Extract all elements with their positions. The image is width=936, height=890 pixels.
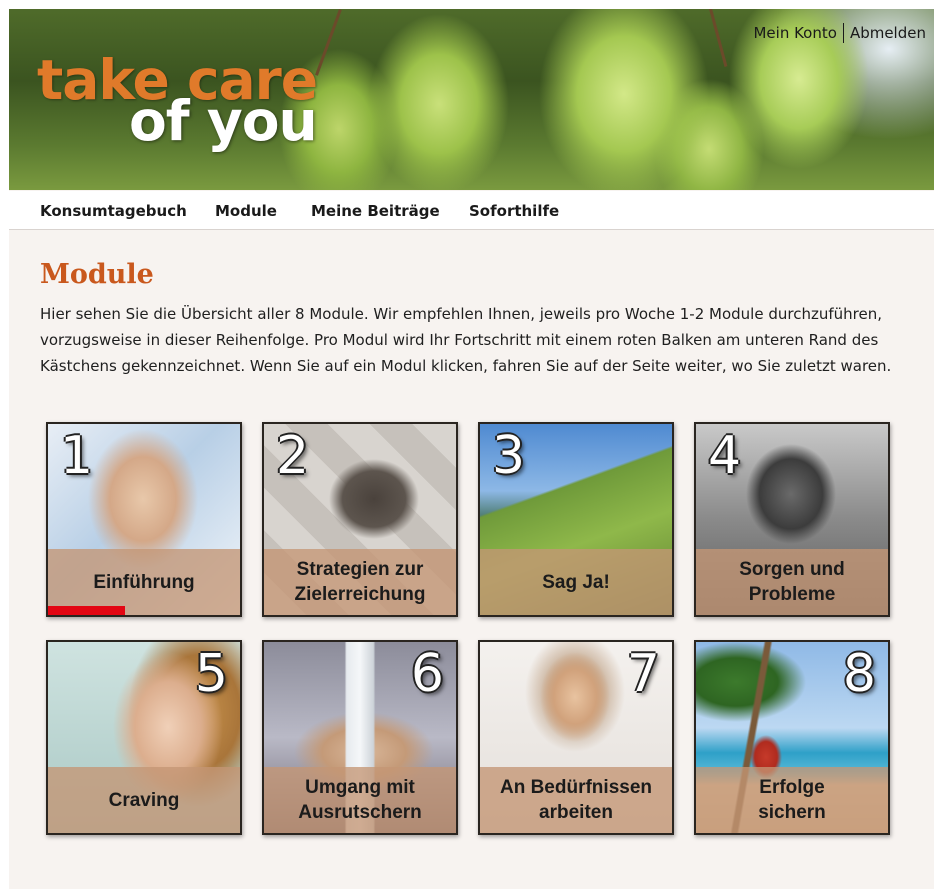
module-number: 6 xyxy=(410,644,444,704)
vine-decoration xyxy=(315,9,342,76)
page-title: Module xyxy=(40,259,154,290)
module-label: Umgang mit Ausrutschern xyxy=(298,777,422,823)
module-progress-bar xyxy=(48,606,125,615)
module-label-band: Erfolge sichern xyxy=(696,767,888,833)
module-label-band: Strategien zur Zielerreichung xyxy=(264,549,456,615)
nav-item-meine-beitraege[interactable]: Meine Beiträge xyxy=(311,202,440,220)
module-number: 1 xyxy=(60,426,94,486)
module-tile-5[interactable]: 5 Craving xyxy=(46,640,242,835)
module-label: Einführung xyxy=(93,571,195,593)
module-tile-3[interactable]: 3 Sag Ja! xyxy=(478,422,674,617)
module-tile-2[interactable]: 2 Strategien zur Zielerreichung xyxy=(262,422,458,617)
module-label: Craving xyxy=(108,789,180,811)
my-account-link[interactable]: Mein Konto xyxy=(749,23,840,43)
module-label-band: Craving xyxy=(48,767,240,833)
nav-item-soforthilfe[interactable]: Sofort­hilfe xyxy=(469,202,559,220)
account-links: Mein Konto Abmelden xyxy=(749,23,930,43)
module-tile-1[interactable]: 1 Einführung xyxy=(46,422,242,617)
module-number: 4 xyxy=(708,426,742,486)
brand-logo[interactable]: take care of you xyxy=(37,53,318,153)
module-label: Sag Ja! xyxy=(542,571,610,593)
module-number: 5 xyxy=(194,644,228,704)
module-tile-4[interactable]: 4 Sorgen und Probleme xyxy=(694,422,890,617)
module-label: Erfolge sichern xyxy=(758,777,826,823)
main-navigation: Konsumtagebuch Module Meine Beiträge Sof… xyxy=(9,191,934,230)
module-number: 7 xyxy=(626,644,660,704)
intro-text: Hier sehen Sie die Übersicht aller 8 Mod… xyxy=(40,305,892,375)
vine-decoration xyxy=(709,9,728,67)
module-number: 2 xyxy=(276,426,310,486)
module-label-band: An Bedürfnissen arbeiten xyxy=(480,767,672,833)
page-frame: take care of you Mein Konto Abmelden Kon… xyxy=(9,9,934,889)
module-label: Strategien zur Zielerreichung xyxy=(294,559,426,605)
module-number: 3 xyxy=(492,426,526,486)
module-number: 8 xyxy=(842,644,876,704)
nav-item-konsumtagebuch[interactable]: Konsumtagebuch xyxy=(40,202,187,220)
module-tile-8[interactable]: 8 Erfolge sichern xyxy=(694,640,890,835)
module-tile-6[interactable]: 6 Umgang mit Ausrutschern xyxy=(262,640,458,835)
module-label-band: Sag Ja! xyxy=(480,549,672,615)
brand-logo-line2: of you xyxy=(129,89,318,153)
module-tile-7[interactable]: 7 An Bedürfnissen arbeiten xyxy=(478,640,674,835)
header-banner: take care of you Mein Konto Abmelden xyxy=(9,9,934,190)
module-label-band: Umgang mit Ausrutschern xyxy=(264,767,456,833)
module-label-band: Sorgen und Probleme xyxy=(696,549,888,615)
logout-link[interactable]: Abmelden xyxy=(846,23,930,43)
module-label: Sorgen und Probleme xyxy=(739,559,845,605)
nav-item-module[interactable]: Module xyxy=(215,202,277,220)
module-label: An Bedürfnissen arbeiten xyxy=(499,777,653,823)
account-separator xyxy=(842,23,844,43)
